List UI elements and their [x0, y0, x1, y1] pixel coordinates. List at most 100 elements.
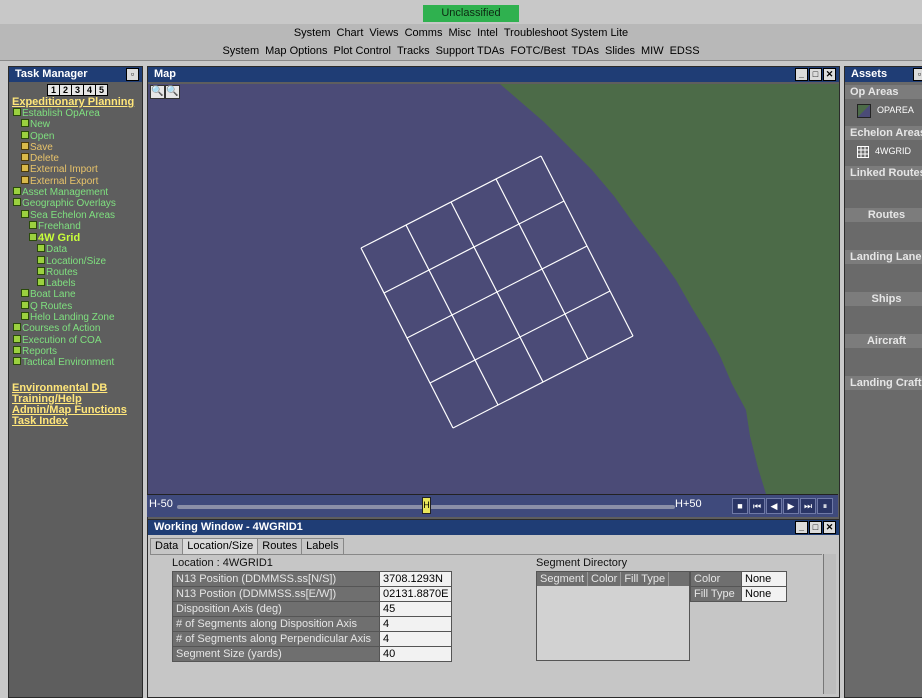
- restore-icon[interactable]: ▫: [126, 68, 139, 81]
- link-environmental-db[interactable]: Environmental DB: [9, 382, 142, 394]
- zoom-out-icon[interactable]: 🔍: [165, 85, 180, 99]
- echelon-areas-header[interactable]: Echelon Areas: [845, 126, 922, 140]
- tree-node-icon: [29, 220, 37, 229]
- property-row: N13 Postion (DDMMSS.ss[E/W]) 02131.8870E: [172, 586, 453, 602]
- task-item-geographic-overlays[interactable]: Geographic Overlays: [9, 198, 142, 209]
- maximize-icon[interactable]: □: [809, 521, 822, 534]
- menu-item-comms[interactable]: Comms: [405, 24, 443, 42]
- step-back-icon[interactable]: ◀: [766, 498, 782, 514]
- task-item-open[interactable]: Open: [9, 130, 142, 142]
- property-value-field[interactable]: 3708.1293N: [378, 571, 453, 587]
- close-icon[interactable]: ✕: [823, 521, 836, 534]
- task-item-asset-management[interactable]: Asset Management: [9, 187, 142, 198]
- task-tab-5[interactable]: 5: [95, 84, 108, 96]
- property-value-field[interactable]: 40: [378, 646, 453, 662]
- task-item-reports[interactable]: Reports: [9, 345, 142, 357]
- menu-item-plot-control[interactable]: Plot Control: [334, 42, 391, 60]
- menu-item-tracks[interactable]: Tracks: [397, 42, 430, 60]
- property-value-field[interactable]: 4: [378, 631, 453, 647]
- property-value-field[interactable]: 02131.8870E: [378, 586, 453, 602]
- task-item-q-routes[interactable]: Q Routes: [9, 300, 142, 312]
- tree-node-icon: [21, 300, 29, 309]
- menu-item-system[interactable]: System: [294, 24, 331, 42]
- timeline-end-label: H+50: [675, 498, 702, 510]
- task-item-sea-echelon-areas[interactable]: Sea Echelon Areas: [9, 209, 142, 221]
- aircraft-header[interactable]: Aircraft: [845, 334, 922, 348]
- task-item-delete[interactable]: Delete: [9, 153, 142, 164]
- menu-item-troubleshoot-system-lite[interactable]: Troubleshoot System Lite: [504, 24, 628, 42]
- menu-item-chart[interactable]: Chart: [337, 24, 364, 42]
- task-item-4w-grid[interactable]: 4W Grid: [9, 232, 142, 244]
- op-area-item[interactable]: OPAREA: [845, 99, 922, 121]
- property-value-field[interactable]: 45: [378, 601, 453, 617]
- tree-node-icon: [13, 357, 21, 366]
- menu-item-fotc-best[interactable]: FOTC/Best: [510, 42, 565, 60]
- task-item-helo-landing-zone[interactable]: Helo Landing Zone: [9, 312, 142, 323]
- color-field[interactable]: None: [741, 571, 787, 587]
- step-forward-icon[interactable]: ▶: [783, 498, 799, 514]
- tree-node-icon: [13, 198, 21, 207]
- menu-item-misc[interactable]: Misc: [448, 24, 471, 42]
- menu-item-intel[interactable]: Intel: [477, 24, 498, 42]
- timeline-thumb[interactable]: H: [422, 497, 431, 514]
- segment-column-color[interactable]: Color: [588, 572, 622, 586]
- link-admin-map-functions[interactable]: Admin/Map Functions: [9, 404, 142, 416]
- tab-labels[interactable]: Labels: [301, 538, 344, 554]
- menu-item-miw[interactable]: MIW: [641, 42, 664, 60]
- minimize-icon[interactable]: _: [795, 68, 808, 81]
- task-item-external-import[interactable]: External Import: [9, 164, 142, 175]
- minimize-icon[interactable]: _: [795, 521, 808, 534]
- routes-header[interactable]: Routes: [845, 208, 922, 222]
- task-item-data[interactable]: Data: [9, 244, 142, 255]
- landing-lanes-header[interactable]: Landing Lanes: [845, 250, 922, 264]
- menu-item-slides[interactable]: Slides: [605, 42, 635, 60]
- close-icon[interactable]: ✕: [823, 68, 836, 81]
- tab-data[interactable]: Data: [150, 538, 184, 554]
- tab-location-size[interactable]: Location/Size: [182, 538, 259, 554]
- landing-craft-header[interactable]: Landing Craft: [845, 376, 922, 390]
- working-window-scrollbar[interactable]: [823, 554, 836, 694]
- task-item-boat-lane[interactable]: Boat Lane: [9, 289, 142, 300]
- task-item-new[interactable]: New: [9, 119, 142, 130]
- link-task-index[interactable]: Task Index: [9, 415, 142, 427]
- expeditionary-planning-link[interactable]: Expeditionary Planning: [9, 97, 142, 108]
- linked-routes-header[interactable]: Linked Routes: [845, 166, 922, 180]
- task-item-courses-of-action[interactable]: Courses of Action: [9, 323, 142, 334]
- menu-item-system[interactable]: System: [222, 42, 259, 60]
- maximize-icon[interactable]: □: [809, 68, 822, 81]
- task-item-routes[interactable]: Routes: [9, 266, 142, 278]
- menu-item-tdas[interactable]: TDAs: [572, 42, 600, 60]
- menu-item-edss[interactable]: EDSS: [670, 42, 700, 60]
- property-value-field[interactable]: 4: [378, 616, 453, 632]
- zoom-in-icon[interactable]: 🔍: [150, 85, 165, 99]
- task-item-save[interactable]: Save: [9, 141, 142, 153]
- task-item-location-size[interactable]: Location/Size: [9, 255, 142, 267]
- task-item-freehand[interactable]: Freehand: [9, 220, 142, 232]
- map-canvas[interactable]: [148, 84, 839, 494]
- fast-forward-end-icon[interactable]: ⏭: [800, 498, 816, 514]
- echelon-area-item[interactable]: 4WGRID: [845, 140, 922, 162]
- rewind-start-icon[interactable]: ⏮: [749, 498, 765, 514]
- assets-panel: Assets ▫ Op Areas OPAREA Echelon Areas 4…: [844, 66, 922, 698]
- fill-type-field[interactable]: None: [741, 586, 787, 602]
- task-item-tactical-environment[interactable]: Tactical Environment: [9, 357, 142, 368]
- menu-item-views[interactable]: Views: [369, 24, 398, 42]
- task-item-labels[interactable]: Labels: [9, 278, 142, 289]
- pause-icon[interactable]: ⏸: [817, 498, 833, 514]
- task-item-external-export[interactable]: External Export: [9, 175, 142, 187]
- tab-routes[interactable]: Routes: [257, 538, 303, 554]
- restore-icon[interactable]: ▫: [913, 68, 922, 81]
- op-areas-header[interactable]: Op Areas: [845, 85, 922, 99]
- timeline-bar: H-50 H H+50 ■ ⏮ ◀ ▶ ⏭ ⏸: [147, 494, 838, 517]
- segment-column-segment[interactable]: Segment: [537, 572, 589, 586]
- task-item-execution-of-coa[interactable]: Execution of COA: [9, 334, 142, 346]
- task-item-establish-oparea[interactable]: Establish OpArea: [9, 108, 142, 119]
- link-training-help[interactable]: Training/Help: [9, 393, 142, 405]
- menu-item-map-options[interactable]: Map Options: [265, 42, 327, 60]
- task-item-label: Data: [46, 244, 68, 256]
- stop-icon[interactable]: ■: [732, 498, 748, 514]
- segment-directory-list[interactable]: Segment Color Fill Type: [536, 571, 690, 661]
- ships-header[interactable]: Ships: [845, 292, 922, 306]
- segment-column-fill-type[interactable]: Fill Type: [621, 572, 670, 586]
- menu-item-support-tdas[interactable]: Support TDAs: [436, 42, 505, 60]
